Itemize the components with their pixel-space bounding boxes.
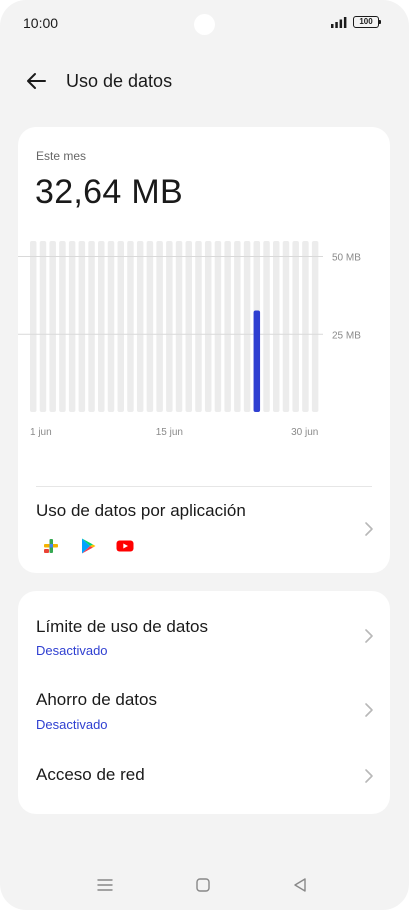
x-tick-label: 15 jun <box>156 427 183 438</box>
divider <box>36 486 372 487</box>
bar-track <box>117 241 124 412</box>
camera-cutout <box>194 14 215 35</box>
bar-track <box>49 241 56 412</box>
data-limit-row[interactable]: Límite de uso de datos Desactivado <box>18 591 390 665</box>
data-limit-title: Límite de uso de datos <box>36 617 209 636</box>
usage-bar <box>253 310 261 412</box>
bar-track <box>195 241 202 412</box>
chevron-right-icon <box>365 629 373 643</box>
youtube-icon <box>116 540 134 552</box>
app-usage-title: Uso de datos por aplicación <box>36 501 246 520</box>
bar-track <box>292 241 299 412</box>
data-saver-title: Ahorro de datos <box>36 690 157 709</box>
bar-track <box>88 241 95 412</box>
daily-usage-chart: 50 MB 25 MB 1 jun 15 jun 30 jun <box>18 241 361 438</box>
total-usage: 32,64 MB <box>35 173 183 211</box>
network-access-row[interactable]: Acceso de red <box>18 739 390 814</box>
chevron-right-icon <box>365 769 373 783</box>
bar-track <box>311 241 319 412</box>
header: Uso de datos <box>0 60 409 102</box>
multicolor-app-icon <box>44 539 58 553</box>
bar-track <box>156 241 163 412</box>
bar-track <box>30 241 37 412</box>
status-time: 10:00 <box>23 15 59 31</box>
bar-track <box>175 241 183 412</box>
back-icon[interactable] <box>291 876 309 894</box>
chevron-right-icon <box>365 703 373 717</box>
bar-track <box>39 241 47 412</box>
bar-track <box>166 241 173 412</box>
arrow-left-icon[interactable] <box>24 69 48 93</box>
bar-track <box>263 241 270 412</box>
bar-track <box>282 241 290 412</box>
y-tick-label: 25 MB <box>332 330 361 341</box>
chevron-right-icon <box>365 522 373 536</box>
bar-track <box>224 241 231 412</box>
bar-track <box>78 241 86 412</box>
google-play-icon <box>82 538 96 554</box>
bar-track <box>59 241 66 412</box>
bar-track <box>243 241 251 412</box>
bar-track <box>273 241 280 412</box>
data-saver-row[interactable]: Ahorro de datos Desactivado <box>18 665 390 739</box>
phone-screen: 10:00 100 Uso de datos Este mes 32,64 MB… <box>0 0 409 910</box>
bar-track <box>234 241 241 412</box>
status-bar: 10:00 100 <box>0 0 409 46</box>
bar-track <box>136 241 144 412</box>
bar-track <box>68 241 76 412</box>
home-icon[interactable] <box>194 876 212 894</box>
page-title: Uso de datos <box>66 71 173 91</box>
data-saver-status: Desactivado <box>36 717 108 732</box>
bar-track <box>107 241 115 412</box>
settings-card: Límite de uso de datos Desactivado Ahorr… <box>18 591 390 814</box>
bar-track <box>146 241 154 412</box>
signal-icon <box>331 17 347 28</box>
bar-track <box>204 241 212 412</box>
bar-track <box>98 241 105 412</box>
navigation-bar <box>0 866 409 906</box>
bar-track <box>127 241 134 412</box>
x-tick-label: 30 jun <box>291 427 318 438</box>
menu-icon[interactable] <box>96 876 114 894</box>
bar-track <box>214 241 222 412</box>
bar-track <box>302 241 309 412</box>
battery-icon: 100 <box>353 16 381 28</box>
network-access-title: Acceso de red <box>36 765 145 784</box>
usage-summary-card: Este mes 32,64 MB 50 MB 25 MB 1 jun 15 jun 3… <box>18 127 390 573</box>
bar-track <box>185 241 193 412</box>
y-tick-label: 50 MB <box>332 253 361 264</box>
data-limit-status: Desactivado <box>36 643 108 658</box>
period-label: Este mes <box>36 149 87 163</box>
x-tick-label: 1 jun <box>30 427 52 438</box>
